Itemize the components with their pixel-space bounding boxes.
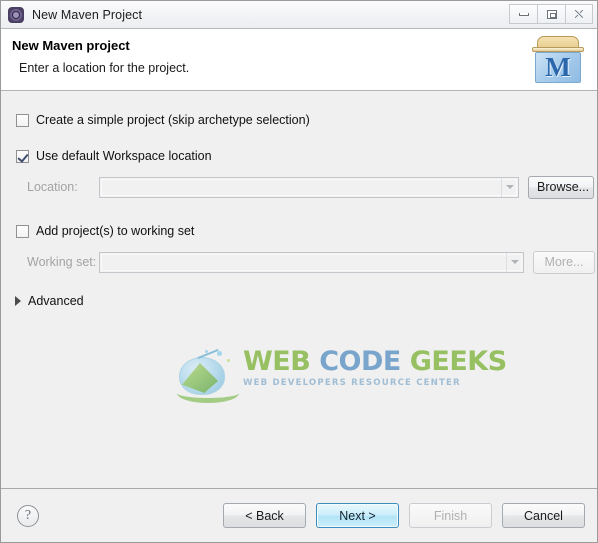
finish-button[interactable]: Finish <box>409 503 492 528</box>
page-subtitle: Enter a location for the project. <box>19 61 190 75</box>
simple-project-label: Create a simple project (skip archetype … <box>36 113 310 127</box>
new-maven-project-dialog: New Maven Project ⛌ New Maven project En… <box>0 0 598 543</box>
watermark-word-3: GEEKS <box>409 346 507 377</box>
working-set-label: Working set: <box>27 255 97 269</box>
add-to-working-set-label: Add project(s) to working set <box>36 224 195 238</box>
close-icon: ⛌ <box>574 7 584 21</box>
default-workspace-row[interactable]: Use default Workspace location <box>1 145 597 167</box>
maven-logo-letter: M <box>545 52 571 82</box>
minimize-button[interactable] <box>509 4 537 24</box>
watermark-word-2: CODE <box>319 346 401 377</box>
title-bar: New Maven Project ⛌ <box>1 1 597 28</box>
advanced-label: Advanced <box>28 294 84 308</box>
watermark-tagline: WEB DEVELOPERS RESOURCE CENTER <box>243 378 461 388</box>
maximize-button[interactable] <box>537 4 565 24</box>
chevron-right-icon <box>15 296 21 306</box>
restore-icon <box>546 9 557 19</box>
working-set-row: Working set: More... <box>1 250 597 274</box>
dialog-footer: ? < Back Next > Finish Cancel <box>1 488 597 542</box>
watermark-logo-icon <box>177 348 241 403</box>
location-label: Location: <box>27 180 78 194</box>
simple-project-row[interactable]: Create a simple project (skip archetype … <box>1 109 597 131</box>
working-set-dropdown-button[interactable] <box>506 252 523 272</box>
chevron-down-icon <box>511 260 519 264</box>
simple-project-checkbox[interactable] <box>16 113 29 127</box>
working-set-checkbox-row[interactable]: Add project(s) to working set <box>1 220 597 242</box>
dialog-header: New Maven project Enter a location for t… <box>1 28 597 91</box>
help-icon[interactable]: ? <box>17 504 39 527</box>
next-button[interactable]: Next > <box>316 503 399 528</box>
default-workspace-checkbox[interactable] <box>16 149 29 163</box>
working-set-combobox[interactable] <box>99 251 524 273</box>
footer-button-group: < Back Next > Finish Cancel <box>223 503 585 528</box>
back-button[interactable]: < Back <box>223 503 306 528</box>
advanced-section-toggle[interactable]: Advanced <box>1 292 597 310</box>
chevron-down-icon <box>506 185 514 189</box>
window-controls: ⛌ <box>509 4 593 24</box>
location-row: Location: Browse... <box>1 175 597 199</box>
default-workspace-label: Use default Workspace location <box>36 149 212 163</box>
maven-box-logo: M <box>531 34 585 86</box>
close-button[interactable]: ⛌ <box>565 4 593 24</box>
web-code-geeks-watermark: WEB CODE GEEKS WEB DEVELOPERS RESOURCE C… <box>177 345 507 407</box>
maven-gear-icon <box>8 6 24 23</box>
window-title: New Maven Project <box>32 7 143 22</box>
page-title: New Maven project <box>12 38 130 53</box>
watermark-word-1: WEB <box>243 346 311 377</box>
add-to-working-set-checkbox[interactable] <box>16 224 29 238</box>
location-dropdown-button[interactable] <box>501 177 518 197</box>
more-button[interactable]: More... <box>533 250 595 274</box>
cancel-button[interactable]: Cancel <box>502 503 585 528</box>
location-combobox[interactable] <box>99 176 519 198</box>
browse-button[interactable]: Browse... <box>528 175 594 199</box>
watermark-title: WEB CODE GEEKS <box>243 347 507 377</box>
dialog-body: WEB CODE GEEKS WEB DEVELOPERS RESOURCE C… <box>1 91 597 488</box>
minimize-icon <box>518 12 529 16</box>
